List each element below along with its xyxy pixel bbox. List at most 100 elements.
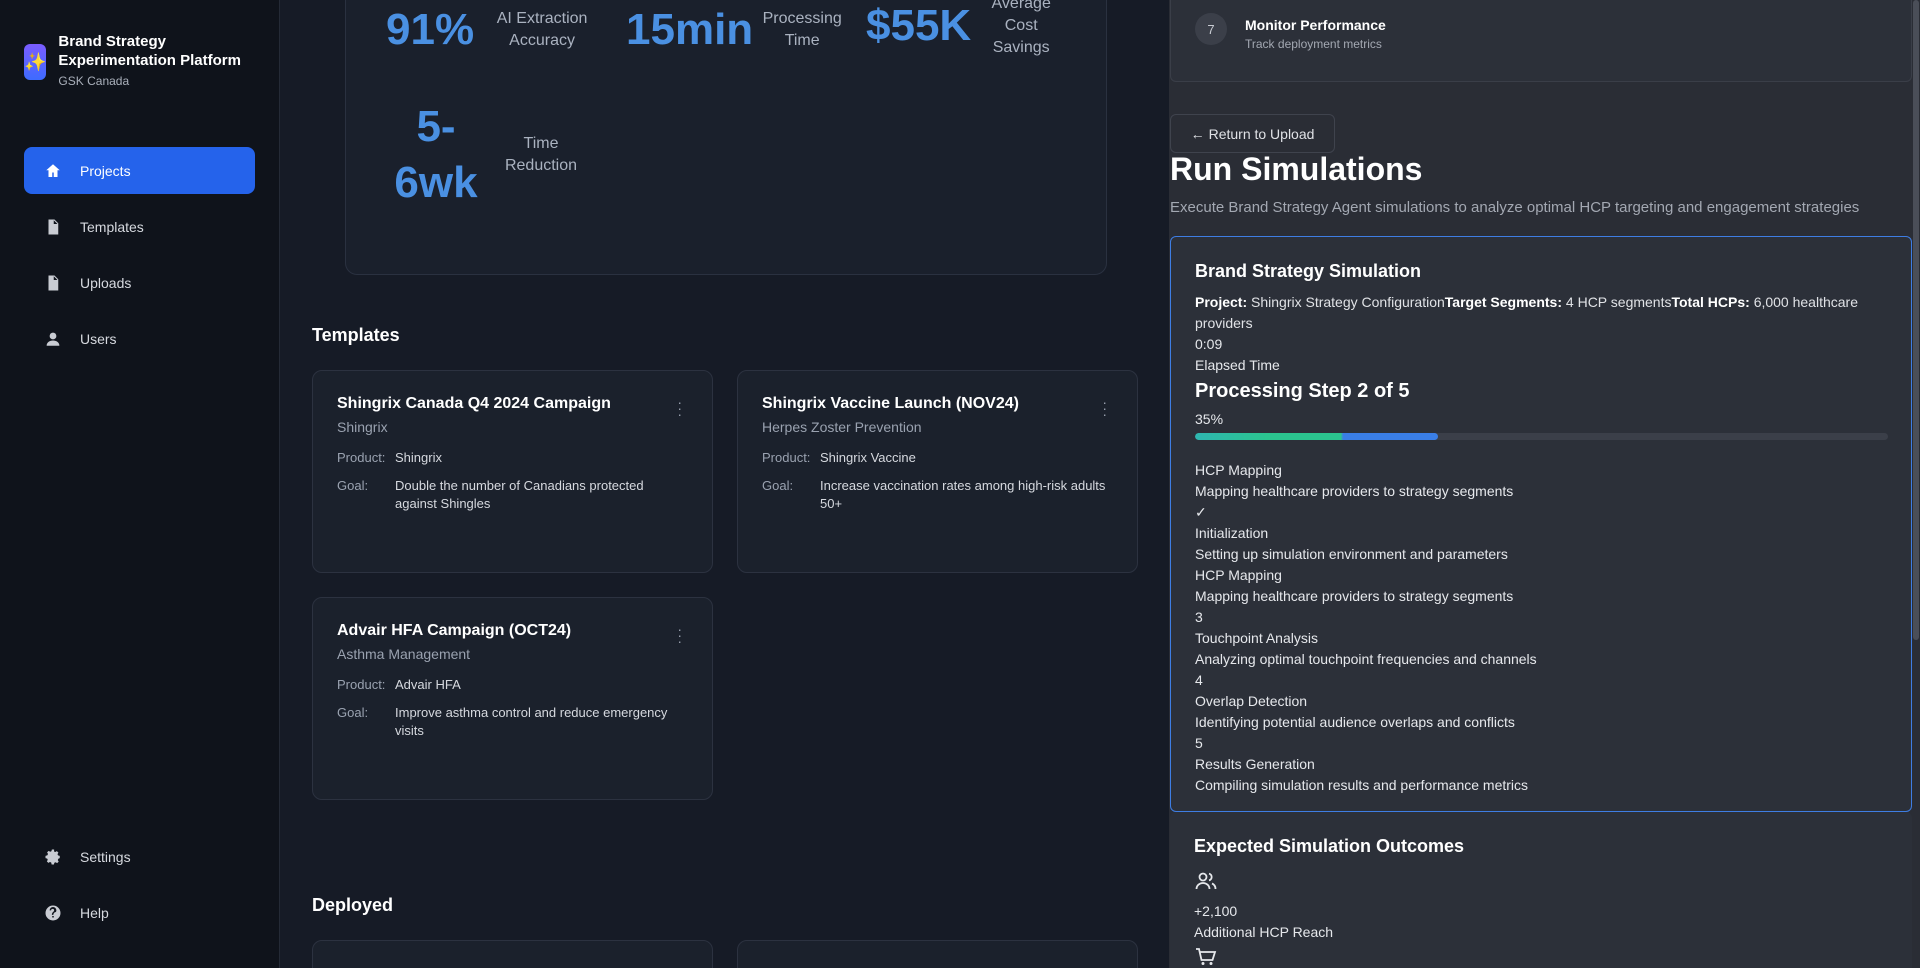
segments-key: Target Segments: (1444, 294, 1563, 310)
simulation-title: Brand Strategy Simulation (1195, 261, 1422, 281)
step-name: Results Generation (1195, 756, 1315, 772)
scrollbar-thumb[interactable] (1913, 0, 1919, 640)
brand-subtitle: GSK Canada (58, 74, 130, 88)
sidebar-nav: Projects Templates Uploads Users (24, 147, 255, 371)
metric-label: Time Reduction (504, 135, 578, 174)
progress-bar (1195, 433, 1888, 440)
sidebar-item-label: Users (80, 330, 117, 347)
progress-fill (1195, 433, 1438, 440)
metric-value: 5-6wk (394, 102, 478, 207)
more-vertical-icon[interactable]: · · · (677, 395, 682, 421)
page-title: Run Simulations (1170, 151, 1423, 187)
return-label: Return to Upload (1208, 125, 1315, 142)
step-marker: 3 (1195, 609, 1203, 625)
product-key: Product: (762, 450, 811, 465)
simulation-panel: 7 Monitor Performance Track deployment m… (1169, 0, 1920, 968)
project-value: Shingrix Strategy Configuration (1251, 294, 1445, 310)
return-to-upload-button[interactable]: ← Return to Upload (1170, 114, 1335, 153)
template-card[interactable]: Advair HFA Campaign (OCT24) Asthma Manag… (312, 597, 713, 800)
arrow-left-icon: ← (1190, 125, 1205, 142)
metric-time-reduction: 5-6wk Time Reduction (386, 99, 586, 211)
metrics-panel: 91% AI Extraction Accuracy 15min Process… (345, 0, 1107, 275)
current-step-name: HCP Mapping (1195, 462, 1282, 478)
processing-step-heading: Processing Step 2 of 5 (1195, 380, 1410, 402)
reach-label: Additional HCP Reach (1194, 924, 1334, 940)
file-icon (48, 275, 59, 290)
step-name: HCP Mapping (1195, 567, 1282, 583)
expected-outcomes-card: Expected Simulation Outcomes +2,100 Addi… (1170, 812, 1912, 968)
more-vertical-icon[interactable]: · · · (1102, 395, 1107, 421)
step-number: 7 (1195, 13, 1227, 45)
gear-icon (45, 849, 60, 864)
step-name: Overlap Detection (1195, 693, 1308, 709)
step-title: Monitor Performance (1245, 17, 1386, 33)
main-content: 91% AI Extraction Accuracy 15min Process… (281, 0, 1169, 968)
step-name: Initialization (1195, 525, 1269, 541)
goal-value: Double the number of Canadians protected… (395, 478, 644, 511)
sidebar-item-label: Settings (80, 848, 131, 865)
document-icon (48, 219, 59, 234)
elapsed-time-value: 0:09 (1195, 336, 1223, 352)
brand: ✨ Brand Strategy Experimentation Platfor… (24, 32, 279, 88)
step-desc: Mapping healthcare providers to strategy… (1195, 588, 1514, 604)
sidebar: ✨ Brand Strategy Experimentation Platfor… (0, 0, 280, 968)
step-marker: 5 (1195, 735, 1203, 751)
scrollbar[interactable] (1912, 0, 1920, 968)
step-desc: Setting up simulation environment and pa… (1195, 546, 1508, 562)
simulation-meta: Project: Shingrix Strategy Configuration… (1195, 292, 1887, 334)
card-title: Shingrix Vaccine Launch (NOV24) (762, 395, 1019, 412)
product-key: Product: (337, 450, 386, 465)
templates-heading: Templates (312, 325, 400, 345)
metric-cost-savings: $55K Average Cost Savings (866, 0, 1061, 59)
current-step-desc: Mapping healthcare providers to strategy… (1195, 483, 1514, 499)
card-subtitle: Asthma Management (337, 646, 471, 662)
metric-value: 91% (386, 5, 475, 54)
sidebar-item-label: Templates (80, 218, 144, 235)
template-card[interactable]: Shingrix Vaccine Launch (NOV24) Herpes Z… (737, 370, 1138, 573)
card-subtitle: Shingrix (337, 419, 388, 435)
metric-value: $55K (866, 1, 972, 50)
progress-percent: 35% (1195, 411, 1224, 427)
more-vertical-icon[interactable]: · · · (677, 622, 682, 648)
deployed-card[interactable] (312, 940, 713, 968)
hcps-key: Total HCPs: (1671, 294, 1750, 310)
page-subtitle: Execute Brand Strategy Agent simulations… (1170, 199, 1860, 216)
step-subtitle: Track deployment metrics (1245, 37, 1382, 51)
goal-key: Goal: (337, 705, 369, 720)
metric-accuracy: 91% AI Extraction Accuracy (386, 5, 602, 55)
deployed-heading: Deployed (312, 895, 394, 915)
sidebar-item-templates[interactable]: Templates (24, 203, 255, 250)
step-marker: 4 (1195, 672, 1203, 688)
sidebar-item-uploads[interactable]: Uploads (24, 259, 255, 306)
product-key: Product: (337, 677, 386, 692)
card-subtitle: Herpes Zoster Prevention (762, 419, 922, 435)
metric-value: 15min (626, 5, 754, 54)
project-key: Project: (1195, 294, 1248, 310)
goal-value: Increase vaccination rates among high-ri… (820, 478, 1106, 511)
product-value: Shingrix Vaccine (820, 450, 916, 465)
card-title: Advair HFA Campaign (OCT24) (337, 622, 572, 639)
step-desc: Identifying potential audience overlaps … (1195, 714, 1515, 730)
metric-label: AI Extraction Accuracy (496, 10, 588, 49)
sidebar-item-label: Projects (80, 162, 131, 179)
sidebar-item-label: Help (80, 904, 109, 921)
sidebar-item-users[interactable]: Users (24, 315, 255, 362)
metric-processing-time: 15min Processing Time (626, 5, 847, 55)
user-icon (46, 332, 60, 346)
sparkles-icon: ✨ (24, 44, 47, 80)
sidebar-item-help[interactable]: Help (24, 889, 255, 936)
workflow-step-card[interactable]: 7 Monitor Performance Track deployment m… (1170, 0, 1912, 82)
product-value: Advair HFA (395, 677, 461, 692)
goal-key: Goal: (337, 478, 369, 493)
goal-value: Improve asthma control and reduce emerge… (395, 705, 668, 738)
sidebar-item-label: Uploads (80, 274, 132, 291)
step-desc: Analyzing optimal touchpoint frequencies… (1195, 651, 1537, 667)
deployed-card[interactable] (737, 940, 1138, 968)
sidebar-item-projects[interactable]: Projects (24, 147, 255, 194)
users-icon (1195, 872, 1217, 890)
product-value: Shingrix (395, 450, 442, 465)
metric-label: Average Cost Savings (991, 0, 1051, 56)
template-card[interactable]: Shingrix Canada Q4 2024 Campaign Shingri… (312, 370, 713, 573)
sidebar-item-settings[interactable]: Settings (24, 833, 255, 880)
sidebar-bottom-nav: Settings Help (24, 833, 255, 945)
